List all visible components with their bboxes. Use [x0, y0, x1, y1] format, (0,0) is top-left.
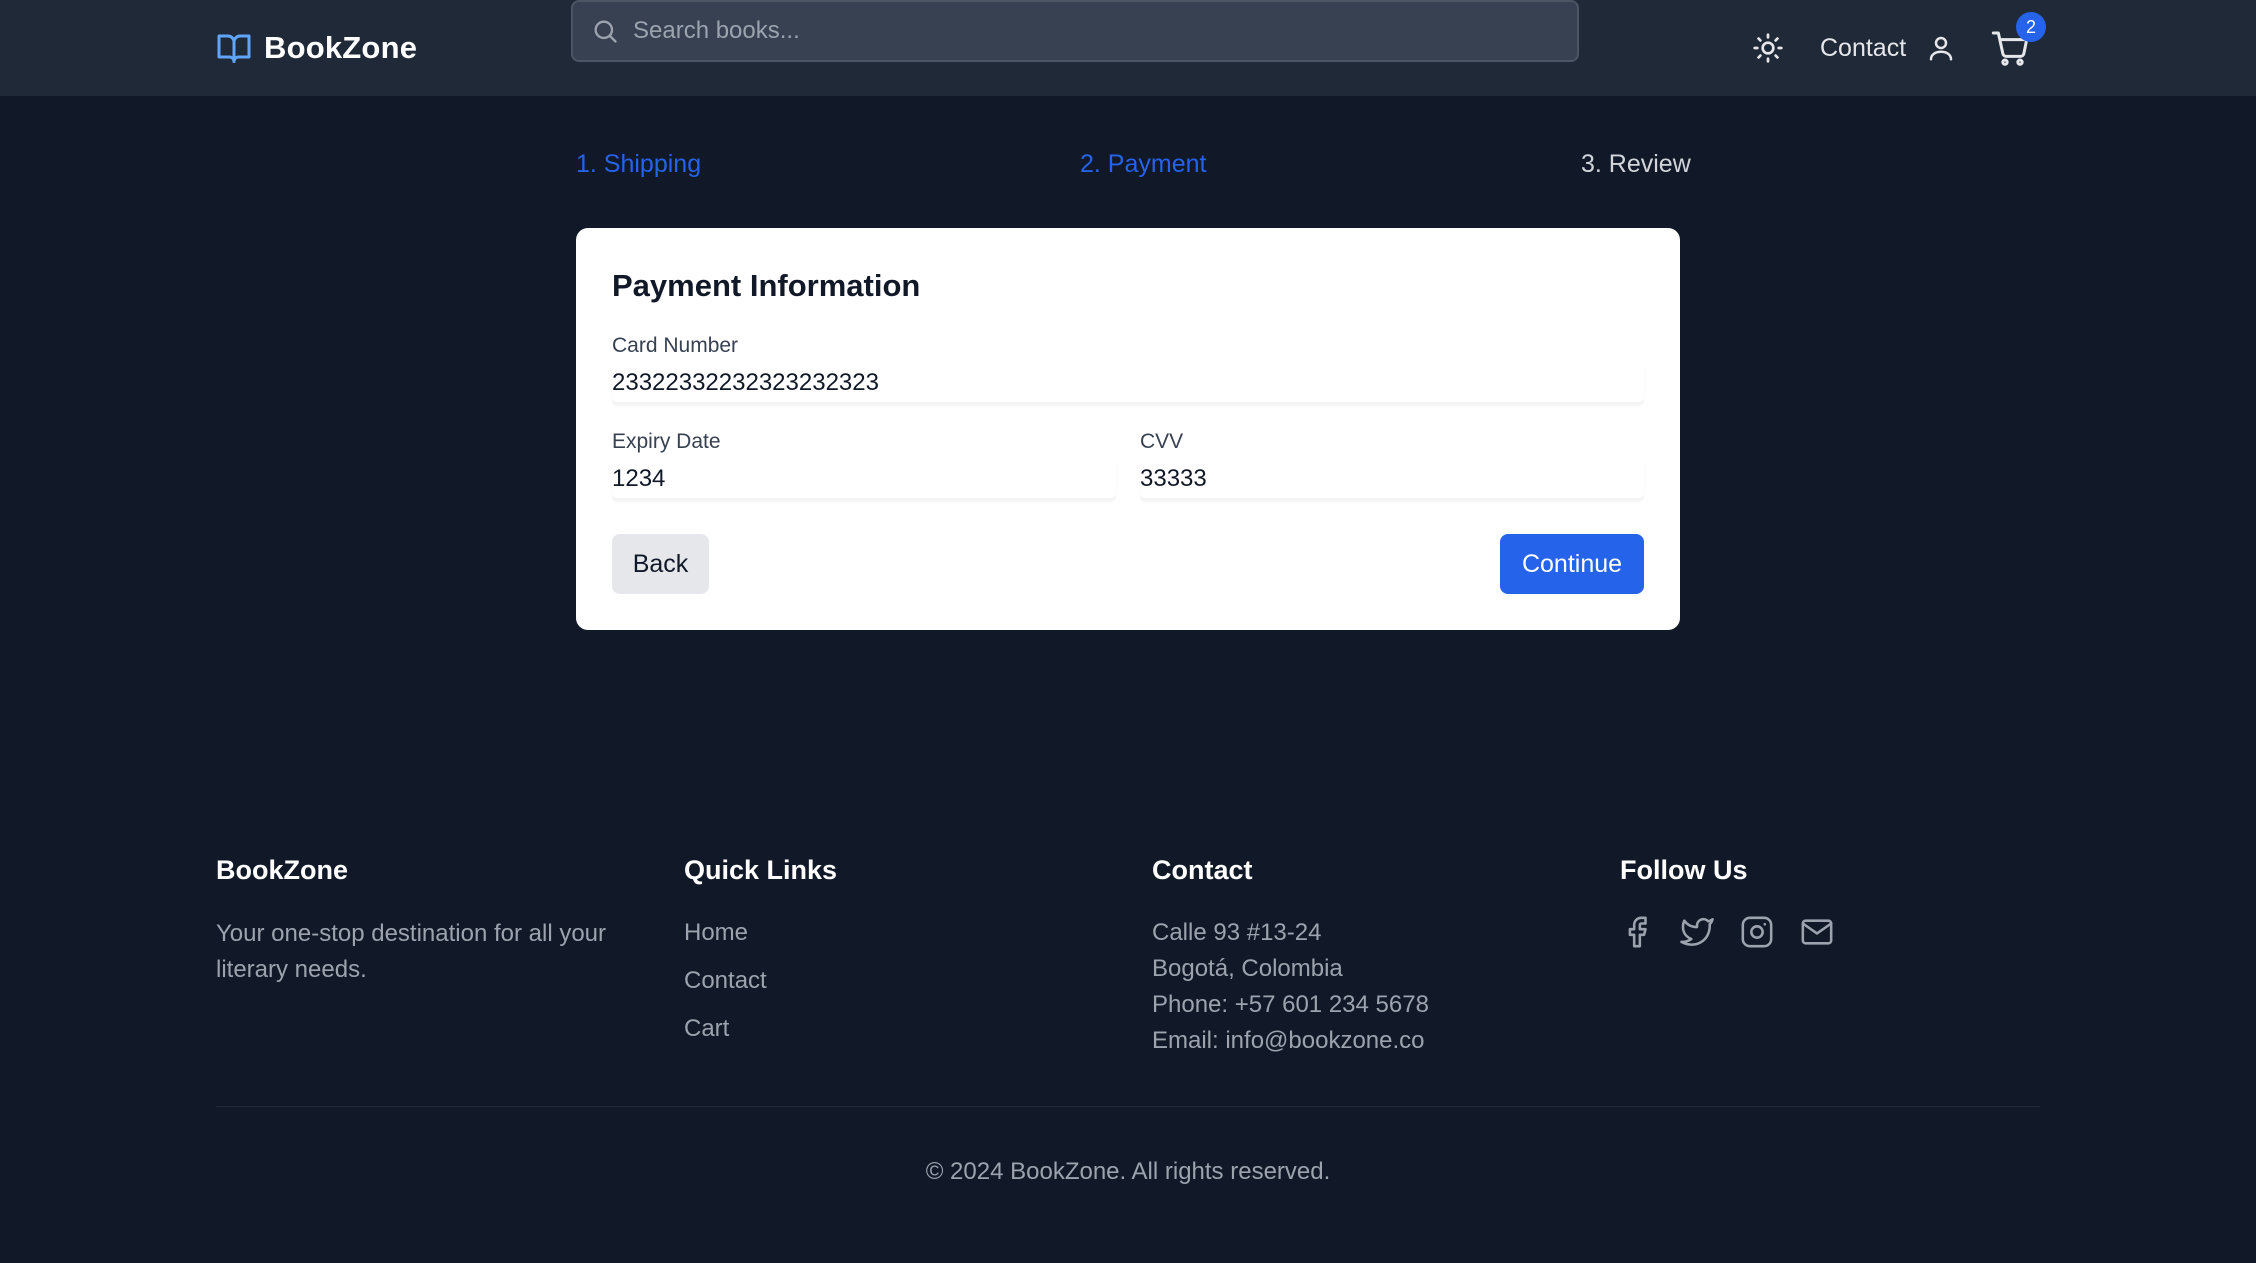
brand-logo-link[interactable]: BookZone	[216, 28, 417, 68]
footer-contact-title: Contact	[1152, 855, 1253, 885]
footer-link-cart[interactable]: Cart	[684, 1013, 729, 1045]
footer-link-home[interactable]: Home	[684, 917, 748, 949]
instagram-icon	[1741, 916, 1773, 948]
footer-divider	[216, 1106, 2040, 1107]
card-number-input[interactable]	[612, 364, 1644, 404]
user-icon	[1929, 36, 1953, 61]
copyright-text: © 2024 BookZone. All rights reserved.	[925, 1158, 1331, 1185]
footer-link-contact[interactable]: Contact	[684, 965, 767, 997]
nav-contact-link[interactable]: Contact	[1820, 32, 1906, 64]
cvv-label: CVV	[1140, 430, 1184, 453]
expiry-date-label: Expiry Date	[612, 430, 721, 453]
back-button[interactable]: Back	[612, 534, 709, 594]
continue-button[interactable]: Continue	[1500, 534, 1644, 594]
instagram-link[interactable]	[1740, 914, 1774, 950]
account-button[interactable]	[1926, 32, 1956, 64]
sun-icon	[1753, 33, 1783, 63]
step-shipping: 1. Shipping	[576, 150, 702, 178]
facebook-icon	[1628, 916, 1647, 948]
search-bar[interactable]	[571, 0, 1579, 62]
footer-brand-title: BookZone	[216, 855, 348, 885]
step-payment: 2. Payment	[1080, 150, 1207, 178]
footer-tagline-line-2: literary needs.	[216, 956, 367, 983]
twitter-icon	[1680, 917, 1714, 946]
twitter-link[interactable]	[1680, 914, 1714, 950]
search-icon	[594, 20, 617, 43]
follow-us-title: Follow Us	[1620, 855, 1748, 885]
payment-form-card: Payment Information Card Number Expiry D…	[576, 228, 1680, 630]
facebook-link[interactable]	[1620, 914, 1654, 950]
mail-icon	[1801, 919, 1833, 945]
expiry-date-input[interactable]	[612, 460, 1116, 500]
search-input[interactable]	[633, 17, 1533, 45]
top-navbar: BookZone Contact 2	[0, 0, 2256, 96]
brand-name: BookZone	[264, 30, 418, 65]
footer-tagline-line-1: Your one-stop destination for all your	[216, 920, 607, 947]
step-review: 3. Review	[1581, 150, 1691, 178]
quick-links-title: Quick Links	[684, 855, 838, 885]
theme-toggle-button[interactable]	[1752, 32, 1784, 64]
contact-city: Bogotá, Colombia	[1152, 955, 1343, 982]
contact-address: Calle 93 #13-24	[1152, 919, 1322, 946]
cvv-input[interactable]	[1140, 460, 1644, 500]
contact-email: Email: info@bookzone.co	[1152, 1027, 1425, 1054]
cart-count-badge: 2	[2016, 12, 2046, 42]
email-link[interactable]	[1800, 914, 1834, 950]
payment-title: Payment Information	[612, 268, 921, 303]
open-book-icon	[217, 34, 251, 63]
card-number-label: Card Number	[612, 334, 739, 357]
contact-phone: Phone: +57 601 234 5678	[1152, 991, 1429, 1018]
